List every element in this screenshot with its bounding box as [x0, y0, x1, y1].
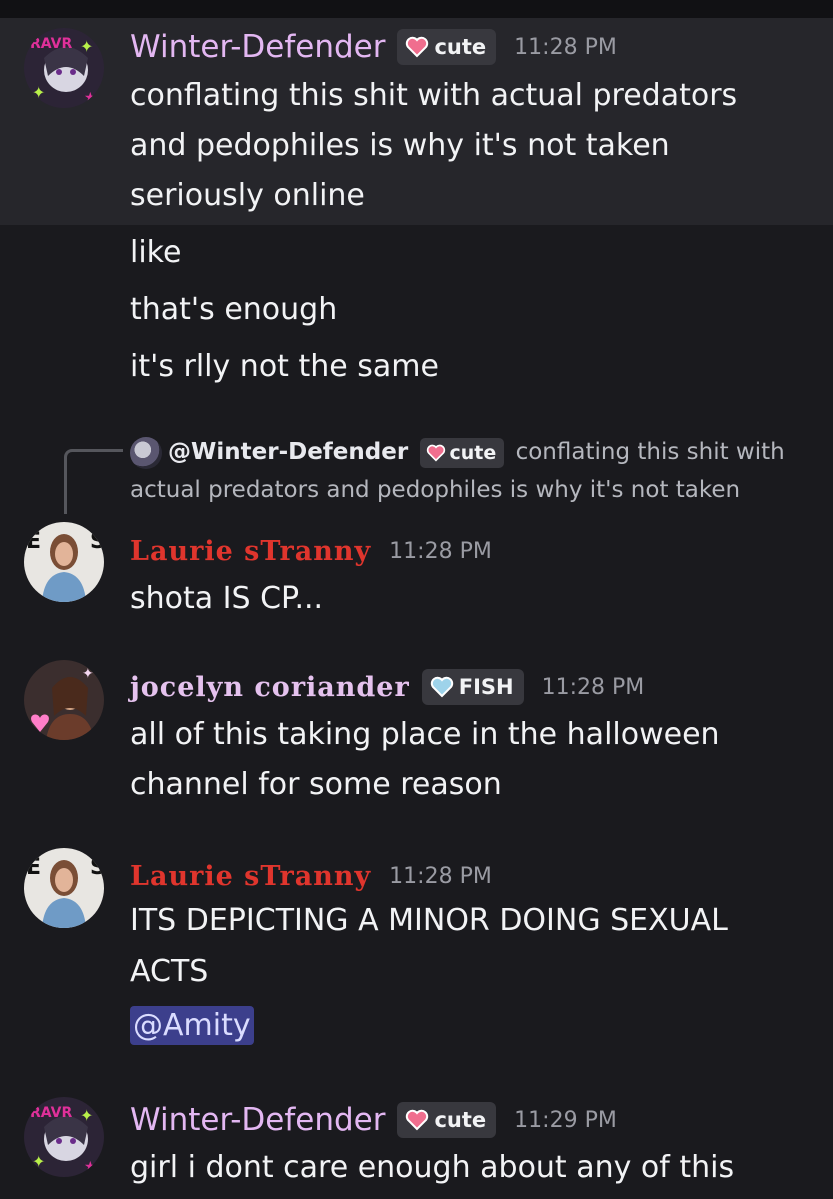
svg-text:★: ★ [84, 1159, 97, 1175]
mention-line: @Amity [130, 1006, 254, 1045]
avatar-laurie[interactable]: E S [24, 848, 104, 928]
svg-text:✦: ✦ [80, 1106, 93, 1125]
reply-connector [64, 449, 123, 514]
svg-text:✦: ✦ [82, 666, 94, 682]
avatar-winter-defender[interactable]: RAVR ✦ ✦ ★ [24, 1097, 104, 1177]
role-tag[interactable]: cute [397, 1102, 497, 1138]
timestamp: 11:28 PM [389, 863, 492, 889]
pink-heart-icon [406, 1109, 429, 1131]
reply-avatar [130, 436, 162, 469]
author-name[interactable]: Winter-Defender [130, 29, 385, 65]
role-tag-label: cute [434, 35, 487, 59]
svg-text:E: E [26, 855, 41, 880]
svg-text:E: E [26, 529, 41, 554]
timestamp: 11:29 PM [514, 1107, 617, 1133]
author-name[interactable]: Laurie sTranny [130, 536, 371, 567]
message-line: shota IS CP... [130, 581, 324, 616]
timestamp: 11:28 PM [541, 674, 645, 700]
timestamp: 11:28 PM [514, 34, 617, 60]
avatar-laurie[interactable]: E S [24, 522, 104, 602]
reply-author: @Winter-Defender [168, 439, 409, 465]
role-tag[interactable]: FISH [421, 669, 524, 705]
top-edge [0, 0, 833, 18]
role-tag-label: cute [434, 1108, 487, 1132]
author-name[interactable]: Winter-Defender [130, 1102, 385, 1138]
blue-heart-icon [430, 676, 453, 698]
message-line: that's enough [130, 292, 338, 327]
pink-heart-icon [406, 36, 429, 58]
message-line: ACTS [130, 954, 209, 989]
avatar-winter-defender[interactable]: RAVR ✦ ✦ ★ [24, 28, 104, 108]
svg-text:S: S [90, 529, 104, 554]
message-line: conflating this shit with actual predato… [130, 78, 738, 113]
avatar-jocelyn[interactable]: ✦ [24, 660, 104, 740]
svg-text:✦: ✦ [32, 1152, 45, 1171]
reply-text-2: actual predators and pedophiles is why i… [130, 477, 741, 503]
message-line: it's rlly not the same [130, 349, 439, 384]
reply-role-tag: cute [419, 437, 505, 468]
reply-text-1: conflating this shit with [515, 439, 785, 465]
timestamp: 11:28 PM [389, 538, 492, 564]
user-mention[interactable]: @Amity [130, 1006, 254, 1045]
message-line: seriously online [130, 178, 365, 213]
role-tag-label: FISH [458, 675, 514, 699]
message-line: girl i dont care enough about any of thi… [130, 1150, 735, 1185]
author-name[interactable]: jocelyn coriander [130, 672, 410, 703]
reply-role-label: cute [449, 441, 497, 464]
pink-heart-icon [426, 444, 445, 462]
role-tag[interactable]: cute [397, 29, 497, 65]
message-line: channel for some reason [130, 767, 502, 802]
svg-text:✦: ✦ [80, 37, 93, 56]
message-line: and pedophiles is why it's not taken [130, 128, 670, 163]
svg-text:RAVR: RAVR [30, 36, 73, 52]
message-line: ITS DEPICTING A MINOR DOING SEXUAL [130, 903, 728, 938]
svg-text:RAVR: RAVR [30, 1105, 73, 1121]
reply-preview[interactable]: @Winter-Defender cute conflating this sh… [130, 433, 820, 509]
svg-text:S: S [90, 855, 104, 880]
message-line: all of this taking place in the hallowee… [130, 717, 720, 752]
message-line: like [130, 235, 182, 270]
author-name[interactable]: Laurie sTranny [130, 861, 371, 892]
